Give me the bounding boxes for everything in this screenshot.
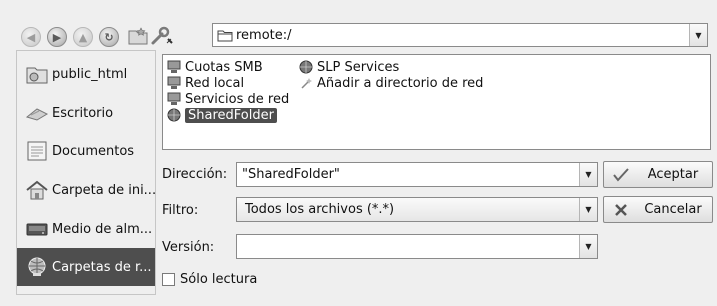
location-value: "SharedFolder": [242, 167, 340, 182]
smb-icon: [167, 60, 181, 73]
readonly-option[interactable]: Sólo lectura: [162, 272, 257, 287]
readonly-checkbox[interactable]: [162, 273, 175, 286]
sidebar-item-label: Carpetas de r...: [52, 259, 152, 275]
filter-label: Filtro:: [162, 203, 199, 218]
globe-icon: [167, 108, 181, 122]
network-services-icon: [167, 92, 181, 105]
list-item-selected[interactable]: SharedFolder: [167, 107, 277, 123]
location-label: Dirección:: [162, 167, 228, 182]
list-item[interactable]: Añadir a directorio de red: [299, 75, 483, 91]
list-item[interactable]: SLP Services: [299, 59, 399, 75]
toolbar: ◀ ▶ ▲ ↻ remote:/ ▼: [0, 0, 717, 50]
chevron-down-icon[interactable]: ▼: [579, 198, 597, 221]
sidebar-item-carpeta-inicio[interactable]: Carpeta de ini...: [17, 171, 155, 209]
version-select[interactable]: ▼: [236, 234, 598, 259]
list-item[interactable]: Cuotas SMB: [167, 59, 263, 75]
readonly-label: Sólo lectura: [180, 272, 258, 287]
file-label: Cuotas SMB: [185, 59, 263, 75]
wand-icon: [301, 78, 312, 89]
forward-icon[interactable]: ▶: [47, 27, 67, 47]
location-input[interactable]: "SharedFolder" ▼: [236, 162, 598, 187]
location-path-combo[interactable]: remote:/ ▼: [212, 23, 708, 47]
sidebar-item-label: Medio de alm...: [52, 221, 153, 237]
desktop-icon: [25, 108, 49, 121]
sidebar-item-carpetas-red[interactable]: Carpetas de r...: [17, 248, 155, 286]
file-label: SharedFolder: [185, 107, 277, 123]
filter-select[interactable]: Todos los archivos (*.*) ▼: [236, 197, 598, 222]
path-text: remote:/: [236, 27, 292, 43]
folder-icon: [217, 30, 233, 42]
cancel-label: Cancelar: [644, 202, 702, 217]
settings-icon[interactable]: [149, 24, 175, 48]
close-icon: [612, 202, 630, 218]
home-icon: [26, 180, 48, 200]
file-label: Red local: [185, 75, 245, 91]
network-icon: [167, 76, 181, 89]
sidebar-item-label: Escritorio: [52, 105, 114, 121]
new-folder-icon[interactable]: [125, 24, 151, 48]
sidebar-item-label: public_html: [52, 66, 128, 82]
cancel-button[interactable]: Cancelar: [603, 196, 713, 223]
version-label: Versión:: [162, 240, 215, 255]
file-list[interactable]: Cuotas SMB Red local Servicios de red Sh…: [162, 54, 711, 150]
file-label: Servicios de red: [185, 91, 290, 107]
reload-icon[interactable]: ↻: [99, 27, 119, 47]
folder-icon: [26, 67, 48, 84]
chevron-down-icon[interactable]: ▼: [579, 235, 597, 258]
network-icon: [28, 257, 46, 276]
check-icon: [612, 167, 630, 183]
globe-icon: [299, 60, 313, 74]
back-icon[interactable]: ◀: [21, 27, 41, 47]
file-label: Añadir a directorio de red: [317, 75, 484, 91]
sidebar-item-label: Carpeta de ini...: [52, 182, 155, 198]
sidebar-item-label: Documentos: [52, 143, 135, 159]
list-item[interactable]: Servicios de red: [167, 91, 289, 107]
accept-label: Aceptar: [647, 167, 699, 182]
sidebar-item-medio-almacenamiento[interactable]: Medio de alm...: [17, 210, 155, 248]
up-icon[interactable]: ▲: [73, 27, 93, 47]
sidebar-item-documentos[interactable]: Documentos: [17, 132, 155, 170]
chevron-down-icon[interactable]: ▼: [689, 24, 707, 46]
chevron-down-icon[interactable]: ▼: [579, 163, 597, 186]
sidebar-item-public-html[interactable]: public_html: [17, 55, 155, 93]
accept-button[interactable]: Aceptar: [603, 161, 713, 188]
documents-icon: [27, 141, 47, 161]
sidebar-item-escritorio[interactable]: Escritorio: [17, 94, 155, 132]
places-sidebar: public_html Escritorio Documentos Carpet…: [16, 50, 156, 295]
drive-icon: [26, 223, 48, 236]
list-item[interactable]: Red local: [167, 75, 244, 91]
filter-value: Todos los archivos (*.*): [245, 202, 395, 217]
file-label: SLP Services: [317, 59, 400, 75]
